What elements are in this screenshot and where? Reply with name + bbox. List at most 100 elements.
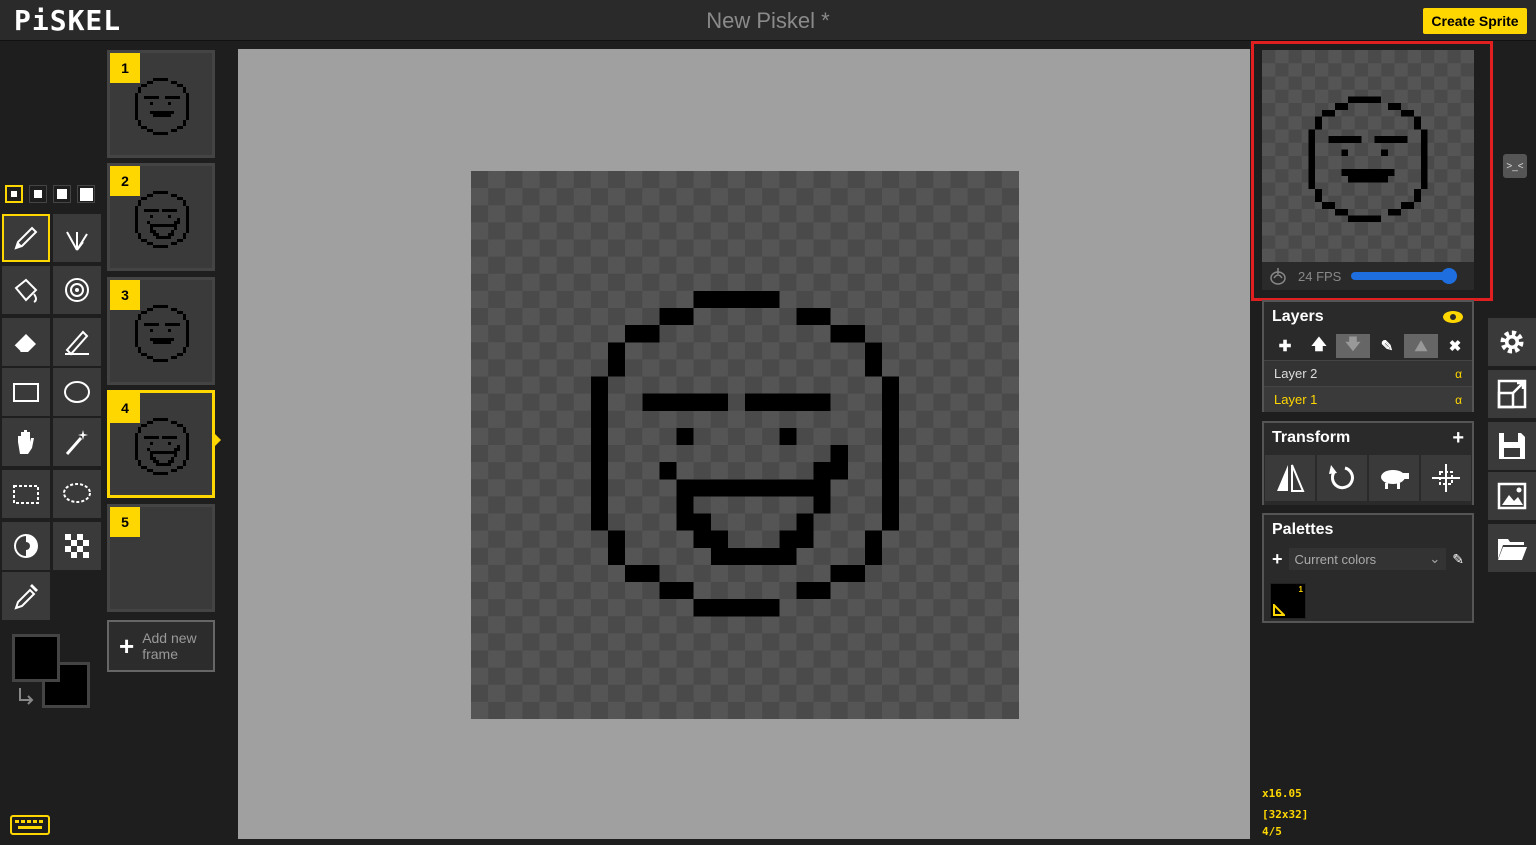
frame-thumbnail[interactable]: 1 xyxy=(107,50,215,158)
drawing-canvas[interactable] xyxy=(471,171,1019,719)
sprite-pixel xyxy=(153,418,168,421)
merge-layer-button[interactable]: ⛰ xyxy=(1404,334,1438,358)
sprite-pixel xyxy=(168,102,171,105)
move-layer-up-button[interactable]: 🡅 xyxy=(1302,334,1336,358)
top-bar: PiSKEL New Piskel * Create Sprite xyxy=(0,0,1536,41)
primary-marker-icon xyxy=(1273,604,1285,616)
gear-icon xyxy=(1500,330,1524,354)
document-title[interactable]: New Piskel * xyxy=(0,8,1536,34)
layer-opacity-button[interactable]: α xyxy=(1455,367,1462,381)
layer-row[interactable]: Layer 2 α xyxy=(1264,360,1472,386)
eraser-button[interactable] xyxy=(2,318,50,366)
sprite-pixel xyxy=(156,460,159,463)
export-button[interactable] xyxy=(1488,472,1536,520)
dithering-tool-button[interactable] xyxy=(53,522,101,570)
sprite-pixel xyxy=(186,206,189,233)
sprite-pixel xyxy=(144,96,159,99)
edit-palette-button[interactable]: ✎ xyxy=(1452,551,1464,568)
layer-opacity-button[interactable]: α xyxy=(1455,393,1462,407)
sprite-pixel xyxy=(183,347,186,353)
stroke-tool-button[interactable] xyxy=(53,318,101,366)
pen-size-2[interactable] xyxy=(29,185,47,203)
sprite-pixel xyxy=(830,445,848,480)
palette-select[interactable]: Current colors ⌄ xyxy=(1288,548,1447,570)
rectangle-selection-button[interactable] xyxy=(2,470,50,518)
lighten-tool-button[interactable] xyxy=(2,522,50,570)
add-layer-button[interactable]: ✚ xyxy=(1268,334,1302,358)
sprite-pixel xyxy=(171,242,177,245)
sprite-pixel xyxy=(138,347,141,353)
flip-button[interactable] xyxy=(1265,455,1315,501)
circle-tool-button[interactable] xyxy=(53,368,101,416)
open-button[interactable] xyxy=(1488,524,1536,572)
sprite-pixel xyxy=(830,325,865,343)
create-sprite-button[interactable]: Create Sprite xyxy=(1423,8,1527,34)
rotate-icon xyxy=(1329,465,1354,490)
pen-size-3[interactable] xyxy=(53,185,71,203)
sheep-icon xyxy=(1381,470,1409,489)
sprite-pixel xyxy=(153,230,156,236)
swap-colors-icon[interactable] xyxy=(16,686,38,706)
vertical-mirror-pen-button[interactable] xyxy=(53,214,101,262)
frame-sprite xyxy=(135,191,189,248)
resize-button[interactable] xyxy=(1488,370,1536,418)
edit-layer-button[interactable]: ✎ xyxy=(1370,334,1404,358)
pen-size-1[interactable] xyxy=(5,185,23,203)
clone-button[interactable] xyxy=(1369,455,1419,501)
sprite-pixel xyxy=(153,472,168,475)
add-frame-label-line1: Add new xyxy=(142,630,197,646)
eye-icon[interactable] xyxy=(1442,310,1464,324)
sprite-pixel xyxy=(153,245,168,248)
layer-row-active[interactable]: Layer 1 α xyxy=(1264,386,1472,412)
sprite-pixel xyxy=(171,457,174,463)
frame-thumbnail[interactable]: 2 xyxy=(107,163,215,271)
frame-thumbnail[interactable]: 3 xyxy=(107,277,215,385)
sprite-pixel xyxy=(150,227,153,233)
frame-sprite xyxy=(135,418,189,475)
sprite-pixel xyxy=(659,462,677,480)
center-button[interactable] xyxy=(1421,455,1471,501)
rect-select-icon xyxy=(13,485,39,504)
sprite-pixel xyxy=(171,469,177,472)
keyboard-shortcuts-icon[interactable] xyxy=(10,814,50,836)
move-layer-down-button[interactable]: 🡇 xyxy=(1336,334,1370,358)
sprite-pixel xyxy=(168,215,171,218)
rotate-button[interactable] xyxy=(1317,455,1367,501)
save-button[interactable] xyxy=(1488,422,1536,470)
move-tool-button[interactable] xyxy=(2,418,50,466)
rectangle-tool-button[interactable] xyxy=(2,368,50,416)
add-palette-button[interactable]: + xyxy=(1272,549,1283,570)
palette-selected-label: Current colors xyxy=(1294,551,1377,567)
pen-size-4[interactable] xyxy=(77,185,95,203)
settings-button[interactable] xyxy=(1488,318,1536,366)
sprite-pixel xyxy=(171,230,174,236)
frame-thumbnail[interactable]: 5 xyxy=(107,504,215,612)
shape-selection-button[interactable] xyxy=(53,418,101,466)
lasso-selection-button[interactable] xyxy=(53,470,101,518)
sprite-pixel xyxy=(156,463,171,466)
sprite-pixel xyxy=(830,564,865,582)
preview-popup-icon[interactable]: >_< xyxy=(1503,154,1527,178)
sprite-pixel xyxy=(147,308,153,311)
sprite-pixel xyxy=(147,356,153,359)
sprite-pixel xyxy=(693,290,780,308)
eraser-icon xyxy=(13,334,36,353)
pen-tool-button[interactable] xyxy=(2,214,50,262)
rectangle-icon xyxy=(13,383,39,402)
primary-color-swatch[interactable] xyxy=(12,634,60,682)
color-picker-button[interactable] xyxy=(2,572,50,620)
frame-thumbnail[interactable]: 4 xyxy=(107,390,215,498)
paint-same-pixels-button[interactable] xyxy=(53,266,101,314)
add-new-frame-button[interactable]: + Add new frame xyxy=(107,620,215,672)
image-icon xyxy=(1497,482,1527,510)
transform-add-icon[interactable]: + xyxy=(1452,427,1464,450)
magic-wand-icon xyxy=(65,430,88,455)
sprite-pixel xyxy=(150,442,153,445)
sprite-pixel xyxy=(710,530,728,548)
palette-color-swatch[interactable]: 1 xyxy=(1270,583,1306,619)
delete-layer-button[interactable]: ✖ xyxy=(1438,334,1472,358)
frame-sprite xyxy=(135,78,189,135)
sprite-pixel xyxy=(138,460,141,466)
eyedropper-icon xyxy=(14,584,38,610)
paint-bucket-button[interactable] xyxy=(2,266,50,314)
